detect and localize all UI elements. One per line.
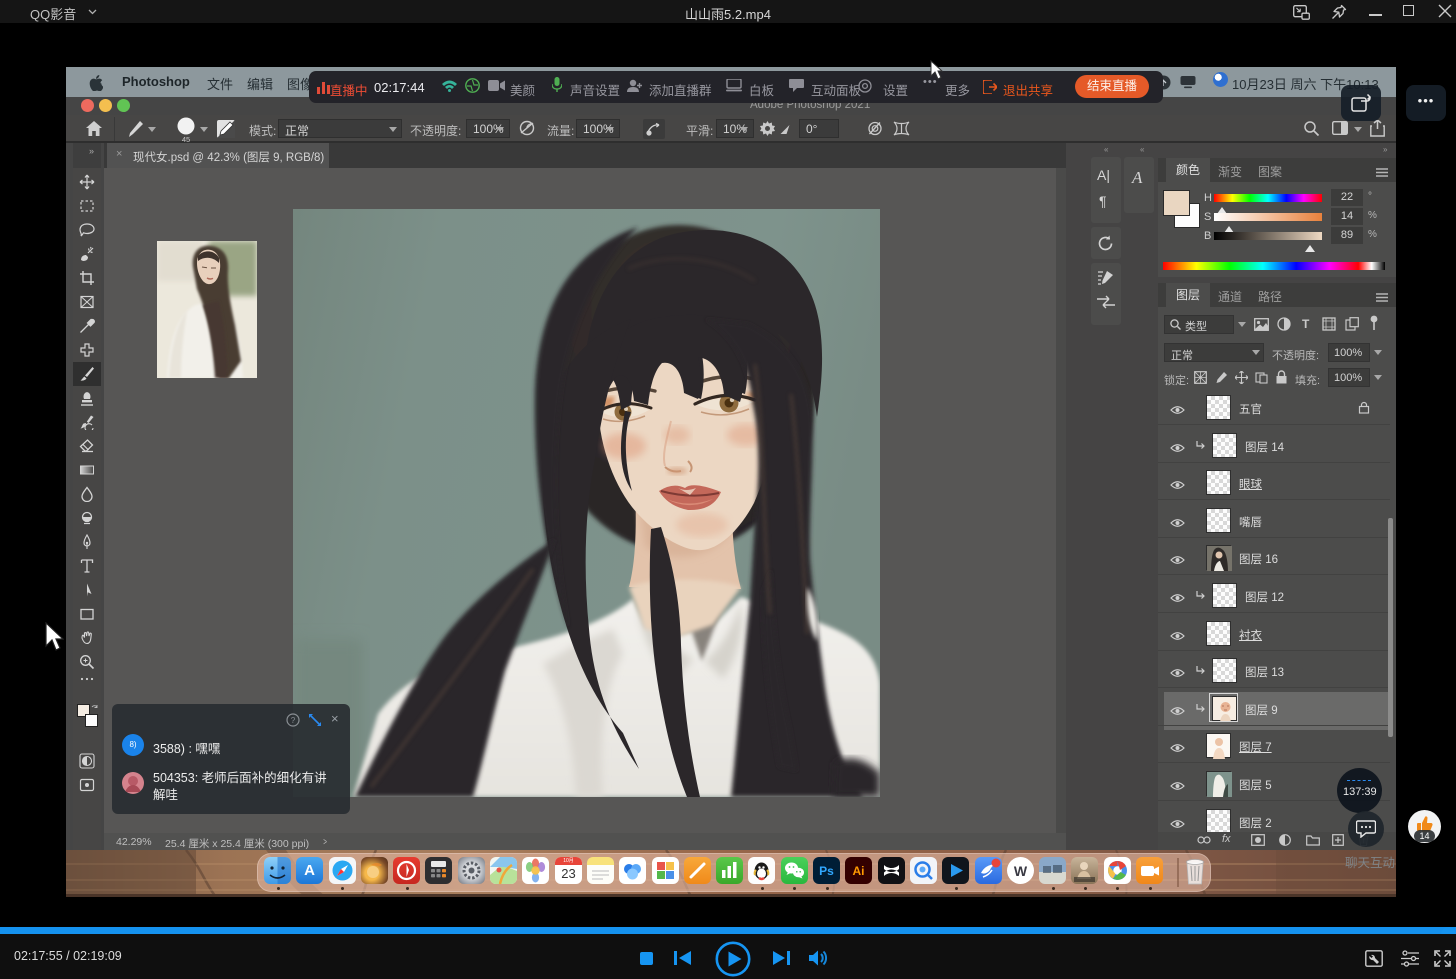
svg-text:?: ? [291, 716, 296, 725]
svg-text:45: 45 [182, 135, 190, 143]
